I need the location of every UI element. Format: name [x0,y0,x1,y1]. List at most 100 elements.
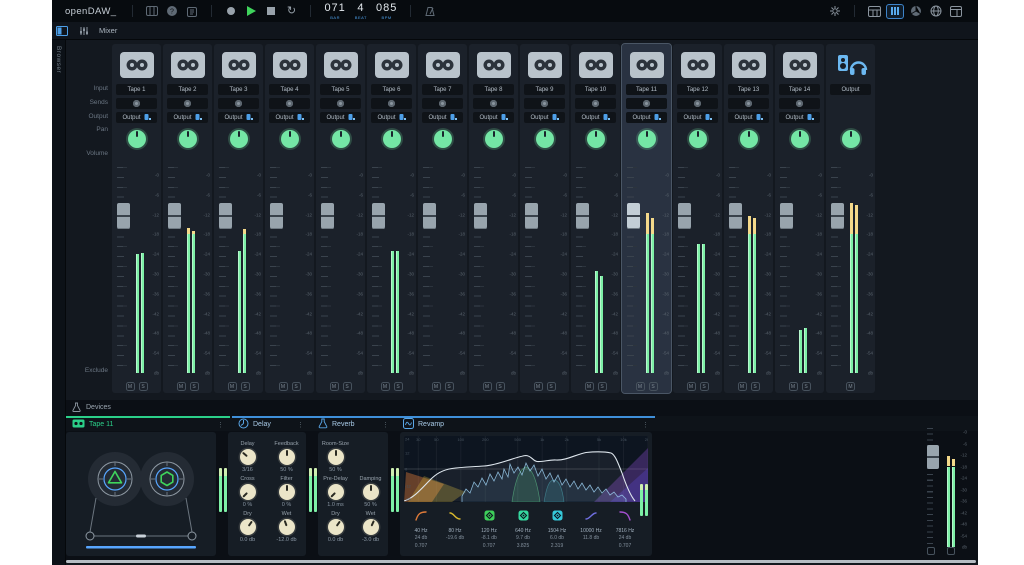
globe-icon[interactable] [928,3,944,19]
channel-name[interactable]: Tape 6 [371,84,412,95]
pan-knob[interactable] [789,128,811,150]
channel-name[interactable]: Tape 3 [218,84,259,95]
help-icon[interactable]: ? [164,3,180,19]
pan-knob[interactable] [177,128,199,150]
sends-slot[interactable] [422,98,463,109]
output-routing[interactable]: Output [524,112,565,123]
volume-fader-handle[interactable] [117,203,130,230]
param-knob[interactable] [278,519,295,535]
device-tab-reverb[interactable]: Reverb ⋮ [318,418,389,431]
output-routing[interactable]: Output [116,112,157,123]
channel-name[interactable]: Tape 2 [167,84,208,95]
mute-button[interactable]: M [380,382,390,391]
revamp-device-card[interactable]: 30 50 100 200 500 1k 2k 5k 10k 20k 24 12 0 -12 -24 40 … [400,432,652,556]
output-routing[interactable]: Output [779,112,820,123]
output-routing[interactable]: Output [320,112,361,123]
send-knob[interactable] [184,100,191,107]
solo-button[interactable]: S [291,382,301,391]
pan-knob[interactable] [126,128,148,150]
mute-button[interactable]: M [737,382,747,391]
channel-name[interactable]: Tape 5 [320,84,361,95]
output-routing[interactable]: Output [218,112,259,123]
channel-name[interactable]: Tape 13 [728,84,769,95]
channel-strip-tape-14[interactable]: Tape 14 Output -0 -6 -12 -18 -24 -30 -36 -42 -48 -5… [775,44,824,393]
volume-fader-handle[interactable] [576,203,589,230]
pan-knob[interactable] [636,128,658,150]
sends-slot[interactable] [575,98,616,109]
panel-view-icon[interactable] [948,3,964,19]
play-button[interactable] [243,3,259,19]
volume-fader-handle[interactable] [678,203,691,230]
sends-slot[interactable] [524,98,565,109]
pan-knob[interactable] [432,128,454,150]
channel-strip-tape-1[interactable]: Tape 1 Output -0 -6 -12 -18 -24 -30 -36 -42 -48 -54… [112,44,161,393]
channel-strip-tape-5[interactable]: Tape 5 Output -0 -6 -12 -18 -24 -30 -36 -42 -48 -54… [316,44,365,393]
mute-button[interactable]: M [329,382,339,391]
solo-button[interactable]: S [240,382,250,391]
pan-knob[interactable] [483,128,505,150]
output-routing[interactable]: Output [422,112,463,123]
mute-button[interactable]: M [635,382,645,391]
output-routing[interactable]: Output [167,112,208,123]
output-routing[interactable]: Output [269,112,310,123]
channel-strip-tape-2[interactable]: Tape 2 Output -0 -6 -12 -18 -24 -30 -36 -42 -48 -54… [163,44,212,393]
device-menu-button[interactable]: ⋮ [642,421,649,429]
pan-knob[interactable] [330,128,352,150]
device-tab-tape-11[interactable]: Tape 11 ⋮ [72,418,224,431]
volume-fader-handle[interactable] [423,203,436,230]
browser-sidebar-label[interactable]: Browser [55,46,62,73]
loop-button[interactable]: ↻ [283,3,299,19]
param-knob[interactable] [327,449,344,465]
channel-strip-output[interactable]: Output -0 -6 -12 -18 -24 -30 -36 -42 -48 -54 db M [826,44,875,393]
mute-button[interactable]: M [278,382,288,391]
volume-fader-handle[interactable] [372,203,385,230]
sends-slot[interactable] [218,98,259,109]
channel-name[interactable]: Tape 12 [677,84,718,95]
master-fader-handle[interactable] [927,444,939,469]
send-knob[interactable] [133,100,140,107]
send-knob[interactable] [235,100,242,107]
time-display[interactable]: 071 BAR 4 BEAT 085 BPM [324,2,397,20]
device-menu-button[interactable]: ⋮ [382,421,389,429]
device-tab-delay[interactable]: Delay ⋮ [238,418,304,431]
volume-fader-handle[interactable] [168,203,181,230]
channel-name[interactable]: Tape 8 [473,84,514,95]
channel-strip-tape-12[interactable]: Tape 12 Output -0 -6 -12 -18 -24 -30 -36 -42 -48 -5… [673,44,722,393]
volume-fader-handle[interactable] [780,203,793,230]
pan-knob[interactable] [840,128,862,150]
send-knob[interactable] [439,100,446,107]
param-knob[interactable] [327,484,344,500]
channel-strip-tape-7[interactable]: Tape 7 Output -0 -6 -12 -18 -24 -30 -36 -42 -48 -54… [418,44,467,393]
eq-band-6[interactable]: 10000 Hz 11.8 db [574,508,608,549]
send-knob[interactable] [388,100,395,107]
channel-name[interactable]: Tape 4 [269,84,310,95]
brightness-icon[interactable] [827,3,843,19]
browser-sidebar[interactable]: Browser [52,40,66,565]
mute-button[interactable]: M [584,382,594,391]
volume-fader-handle[interactable] [474,203,487,230]
volume-fader-handle[interactable] [270,203,283,230]
eq-band-4[interactable]: 640 Hz 9.7 db 3.825 [506,508,540,549]
channel-name[interactable]: Tape 9 [524,84,565,95]
param-knob[interactable] [278,449,295,465]
sends-slot[interactable] [371,98,412,109]
solo-button[interactable]: S [138,382,148,391]
output-routing[interactable]: Output [575,112,616,123]
pan-knob[interactable] [738,128,760,150]
send-knob[interactable] [796,100,803,107]
channel-name[interactable]: Tape 1 [116,84,157,95]
solo-button[interactable]: S [546,382,556,391]
sends-slot[interactable] [269,98,310,109]
notes-icon[interactable] [184,3,200,19]
eq-band-3[interactable]: 120 Hz -8.1 db 0.707 [472,508,506,549]
eq-band-2[interactable]: 80 Hz -19.6 db [438,508,472,549]
param-knob[interactable] [239,449,256,465]
channel-strip-tape-4[interactable]: Tape 4 Output -0 -6 -12 -18 -24 -30 -36 -42 -48 -54… [265,44,314,393]
sends-slot[interactable] [728,98,769,109]
send-knob[interactable] [643,100,650,107]
eq-display[interactable]: 30 50 100 200 500 1k 2k 5k 10k 20k 24 12 0 -12 -24 [404,436,648,502]
channel-strip-tape-3[interactable]: Tape 3 Output -0 -6 -12 -18 -24 -30 -36 -42 -48 -54… [214,44,263,393]
param-knob[interactable] [362,484,379,500]
send-knob[interactable] [490,100,497,107]
mute-button[interactable]: M [431,382,441,391]
